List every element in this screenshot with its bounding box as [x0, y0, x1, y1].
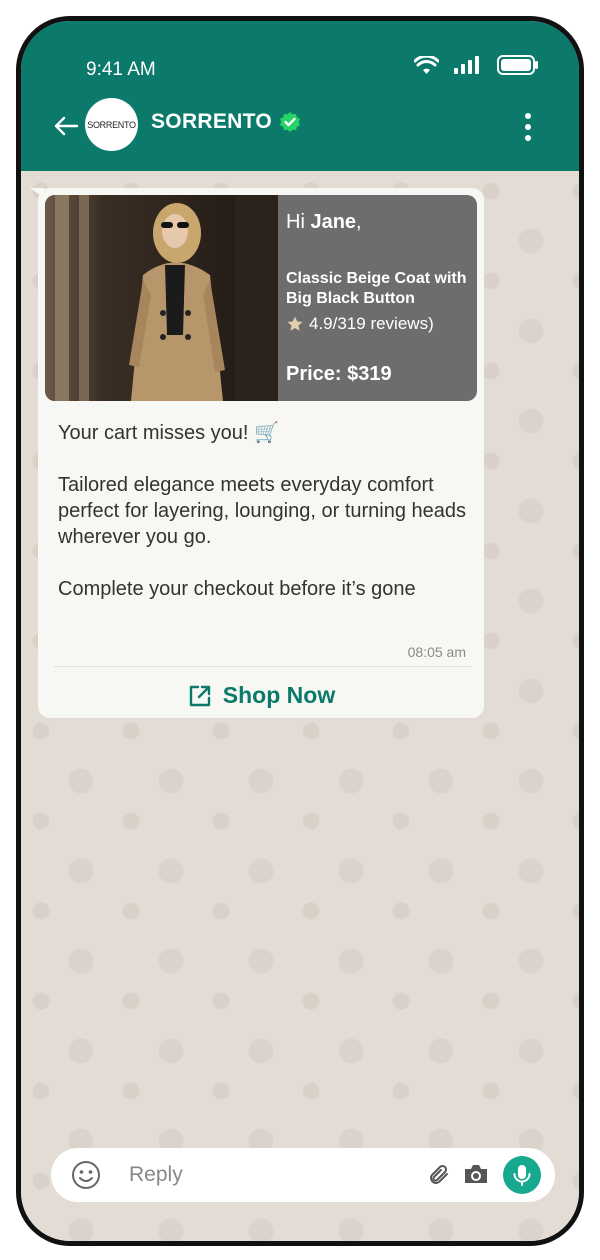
- divider: [54, 666, 472, 667]
- phone-frame: 9:41 AM SORRENTO SORRENTO Hi Jane, Class…: [16, 16, 584, 1246]
- product-card[interactable]: Hi Jane, Classic Beige Coat with Big Bla…: [45, 195, 477, 401]
- greeting-suffix: ,: [356, 211, 362, 233]
- paperclip-icon[interactable]: [427, 1163, 451, 1187]
- message-bubble: Hi Jane, Classic Beige Coat with Big Bla…: [30, 188, 484, 718]
- status-time: 9:41 AM: [86, 59, 156, 80]
- signal-icon: [454, 56, 479, 74]
- rating: 4.9/319 reviews): [286, 314, 434, 334]
- product-image[interactable]: [45, 195, 278, 401]
- avatar[interactable]: SORRENTO: [85, 98, 138, 151]
- product-info: Hi Jane, Classic Beige Coat with Big Bla…: [286, 195, 471, 401]
- external-link-icon: [189, 685, 210, 706]
- mic-button[interactable]: [503, 1156, 541, 1194]
- reply-placeholder[interactable]: Reply: [129, 1163, 183, 1187]
- verified-badge-icon: [280, 112, 300, 132]
- chat-header: 9:41 AM SORRENTO SORRENTO: [21, 21, 579, 171]
- wifi-icon: [414, 55, 439, 74]
- message-line-3: Complete your checkout before it’s gone: [58, 578, 416, 600]
- emoji-icon[interactable]: [71, 1160, 101, 1190]
- shop-now-label: Shop Now: [222, 682, 336, 708]
- customer-name: Jane: [310, 211, 357, 233]
- star-icon: [287, 316, 303, 331]
- message-timestamp: 08:05 am: [407, 644, 466, 660]
- rating-text: 4.9/319 reviews): [309, 314, 434, 333]
- contact-name[interactable]: SORRENTO: [151, 110, 272, 134]
- battery-icon: [497, 55, 538, 75]
- message-line-1: Your cart misses you! 🛒: [58, 422, 279, 444]
- camera-icon[interactable]: [463, 1162, 489, 1186]
- more-menu-icon[interactable]: [525, 113, 531, 141]
- price: Price: $319: [286, 363, 392, 385]
- message-text: Your cart misses you! 🛒 Tailored eleganc…: [58, 420, 468, 628]
- mic-icon: [513, 1165, 531, 1186]
- reply-input-bar[interactable]: Reply: [51, 1148, 555, 1202]
- status-icons: [414, 55, 539, 75]
- greeting-prefix: Hi: [286, 211, 311, 233]
- product-name: Classic Beige Coat with Big Black Button: [286, 270, 467, 307]
- shop-now-button[interactable]: Shop Now: [38, 682, 484, 709]
- chat-area: Hi Jane, Classic Beige Coat with Big Bla…: [21, 171, 579, 1241]
- bubble-tail: [30, 188, 44, 198]
- greeting: Hi Jane,: [286, 211, 362, 234]
- message-line-2: Tailored elegance meets everyday comfort…: [58, 474, 467, 548]
- back-arrow-icon[interactable]: [53, 113, 79, 139]
